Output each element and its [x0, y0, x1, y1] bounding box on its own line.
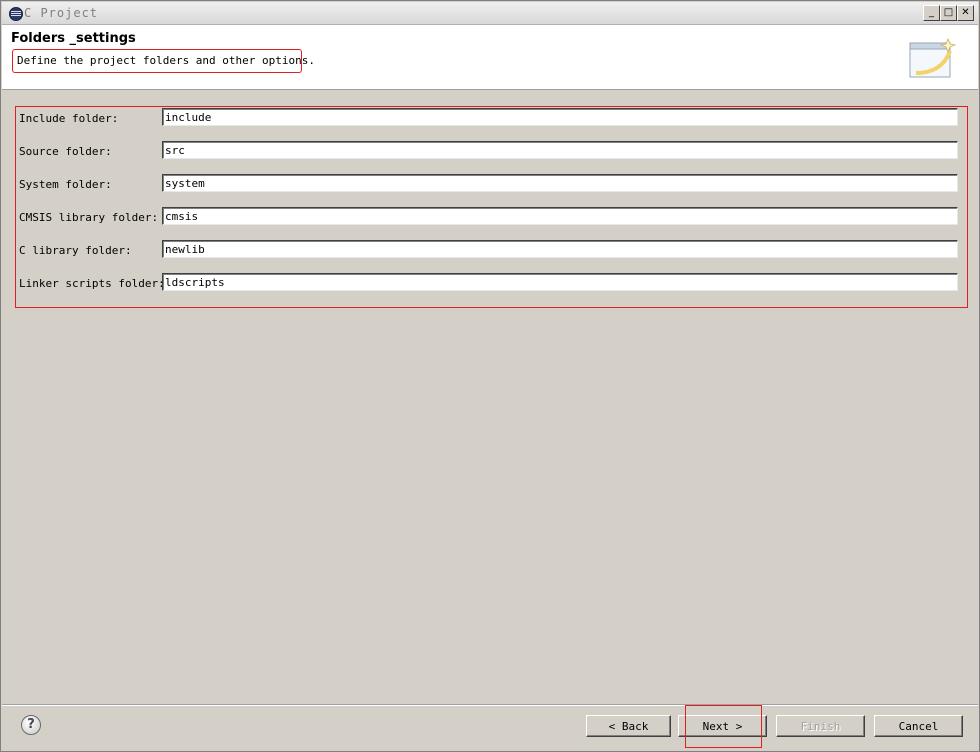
field-row-source: Source folder: — [16, 141, 967, 163]
maximize-button[interactable]: □ — [940, 5, 957, 21]
wizard-header: Folders _settings Define the project fol… — [2, 25, 978, 90]
page-title: Folders _settings — [11, 31, 136, 46]
field-row-include: Include folder: — [16, 108, 967, 130]
help-icon[interactable]: ? — [21, 715, 41, 735]
c-library-folder-label: C library folder: — [19, 244, 132, 257]
source-folder-label: Source folder: — [19, 145, 112, 158]
minimize-button[interactable]: _ — [923, 5, 940, 21]
source-folder-input[interactable] — [162, 141, 958, 159]
include-folder-input[interactable] — [162, 108, 958, 126]
button-bar-separator — [2, 704, 978, 706]
back-button[interactable]: < Back — [586, 715, 671, 737]
field-row-system: System folder: — [16, 174, 967, 196]
window-title: C Project — [24, 6, 99, 20]
field-row-clib: C library folder: — [16, 240, 967, 262]
cmsis-folder-label: CMSIS library folder: — [19, 211, 159, 224]
include-folder-label: Include folder: — [19, 112, 119, 125]
page-description-box: Define the project folders and other opt… — [12, 49, 315, 73]
title-bar[interactable]: C Project _ □ ✕ — [2, 2, 978, 25]
linker-scripts-folder-label: Linker scripts folder: — [19, 277, 165, 290]
next-button-highlight — [685, 705, 762, 748]
wizard-window: C Project _ □ ✕ Folders _settings Define… — [0, 0, 980, 752]
system-folder-input[interactable] — [162, 174, 958, 192]
close-button[interactable]: ✕ — [957, 5, 974, 21]
system-folder-label: System folder: — [19, 178, 112, 191]
field-row-cmsis: CMSIS library folder: — [16, 207, 967, 229]
field-row-linker: Linker scripts folder: — [16, 273, 967, 295]
c-library-folder-input[interactable] — [162, 240, 958, 258]
finish-button[interactable]: Finish — [776, 715, 865, 737]
cmsis-folder-input[interactable] — [162, 207, 958, 225]
page-description: Define the project folders and other opt… — [17, 54, 316, 67]
linker-scripts-folder-input[interactable] — [162, 273, 958, 291]
cancel-button[interactable]: Cancel — [874, 715, 963, 737]
eclipse-icon — [9, 7, 23, 21]
wizard-banner-icon — [909, 37, 956, 78]
folder-settings-group: Include folder: Source folder: System fo… — [15, 106, 968, 308]
